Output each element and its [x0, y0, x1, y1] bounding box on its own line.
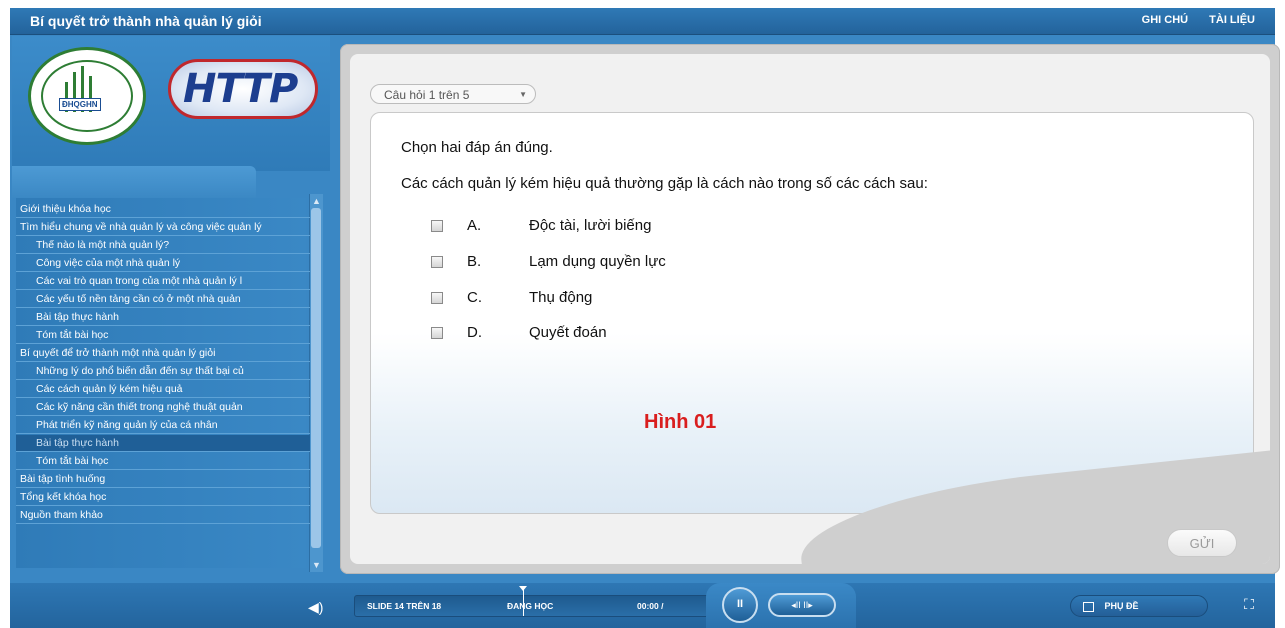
option-letter: B. — [467, 253, 482, 270]
outline-item[interactable]: Giới thiệu khóa học — [16, 201, 310, 218]
slide-content: Câu hỏi 1 trên 5 ▼ Chọn hai đáp án đúng.… — [350, 54, 1270, 564]
sidebar: ĐHQGHN HTTP ▲ ▼ Giới thiệu khóa học Tìm … — [12, 36, 330, 576]
option-text: Quyết đoán — [529, 324, 607, 341]
subtitles-button[interactable]: PHỤ ĐỀ — [1070, 595, 1208, 617]
outline-item-selected[interactable]: Bài tập thực hành — [16, 435, 310, 452]
http-logo: HTTP — [168, 59, 318, 119]
logo-area: ĐHQGHN HTTP — [12, 36, 330, 171]
slide-stage: Câu hỏi 1 trên 5 ▼ Chọn hai đáp án đúng.… — [340, 44, 1280, 574]
player-controls: ◀) SLIDE 14 TRÊN 18 ĐANG HỌC 00:00 / II … — [10, 583, 1275, 628]
university-logo: ĐHQGHN — [28, 47, 146, 145]
outline-item[interactable]: Những lý do phổ biến dẫn đến sự thất bại… — [16, 363, 310, 380]
option-text: Độc tài, lười biếng — [529, 217, 652, 234]
outline-item[interactable]: Các kỹ năng cần thiết trong nghệ thuật q… — [16, 399, 310, 416]
header-links: GHI CHÚ TÀI LIỆU — [1124, 14, 1255, 26]
fullscreen-icon[interactable]: ⛶ — [1238, 596, 1260, 616]
resources-link[interactable]: TÀI LIỆU — [1209, 14, 1255, 26]
outline-item[interactable]: Tổng kết khóa học — [16, 489, 310, 506]
option-a-checkbox[interactable] — [431, 220, 443, 232]
course-title: Bí quyết trở thành nhà quản lý giỏi — [30, 13, 262, 29]
submit-button[interactable]: GỬI — [1167, 529, 1237, 557]
outline-item[interactable]: Phát triển kỹ năng quản lý của cá nhân — [16, 417, 310, 434]
option-text: Thụ động — [529, 289, 593, 306]
scroll-down-icon[interactable]: ▼ — [312, 560, 321, 570]
option-d-checkbox[interactable] — [431, 327, 443, 339]
logo-badge: ĐHQGHN — [59, 98, 101, 111]
outline-item[interactable]: Bài tập tình huống — [16, 471, 310, 488]
outline-item[interactable]: Các yếu tố nền tảng cần có ở một nhà quả… — [16, 291, 310, 308]
option-c-checkbox[interactable] — [431, 292, 443, 304]
slide-counter: SLIDE 14 TRÊN 18 — [367, 601, 442, 611]
scroll-thumb[interactable] — [311, 208, 321, 548]
progress-bar[interactable]: SLIDE 14 TRÊN 18 ĐANG HỌC 00:00 / — [354, 586, 710, 617]
option-letter: C. — [467, 289, 482, 306]
question-instruction: Chọn hai đáp án đúng. — [401, 139, 553, 156]
prev-next-buttons[interactable]: ◂II II▸ — [768, 593, 836, 617]
subtitles-icon — [1083, 601, 1094, 612]
outline-item[interactable]: Bài tập thực hành — [16, 309, 310, 326]
outline-item[interactable]: Thế nào là một nhà quản lý? — [16, 237, 310, 254]
chevron-down-icon: ▼ — [519, 90, 527, 99]
playback-state: ĐANG HỌC — [507, 601, 554, 611]
outline-item[interactable]: Các cách quản lý kém hiệu quả — [16, 381, 310, 398]
outline-tab-strip — [12, 166, 330, 198]
notes-link[interactable]: GHI CHÚ — [1142, 14, 1188, 26]
outline-scrollbar[interactable]: ▲ ▼ — [309, 194, 323, 572]
title-bar: Bí quyết trở thành nhà quản lý giỏi GHI … — [10, 8, 1275, 35]
question-selector[interactable]: Câu hỏi 1 trên 5 ▼ — [370, 84, 536, 104]
player-frame: Bí quyết trở thành nhà quản lý giỏi GHI … — [10, 8, 1280, 628]
option-letter: D. — [467, 324, 482, 341]
playback-time: 00:00 / — [637, 601, 664, 611]
playhead[interactable] — [519, 586, 527, 616]
outline-item[interactable]: Tóm tắt bài học — [16, 453, 310, 470]
question-card: Chọn hai đáp án đúng. Các cách quản lý k… — [370, 112, 1254, 514]
question-selector-label: Câu hỏi 1 trên 5 — [384, 88, 470, 102]
outline-item[interactable]: Công việc của một nhà quản lý — [16, 255, 310, 272]
subtitles-label: PHỤ ĐỀ — [1104, 601, 1139, 611]
transport-pod: II ◂II II▸ — [706, 583, 856, 628]
outline-item[interactable]: Tóm tắt bài học — [16, 327, 310, 344]
outline-tab[interactable] — [12, 166, 256, 198]
question-text: Các cách quản lý kém hiệu quả thường gặp… — [401, 175, 928, 192]
outline-item[interactable]: Các vai trò quan trong của một nhà quản … — [16, 273, 310, 290]
speaker-icon[interactable]: ◀) — [308, 599, 323, 616]
option-b-checkbox[interactable] — [431, 256, 443, 268]
http-logo-text: HTTP — [183, 66, 298, 112]
option-letter: A. — [467, 217, 482, 234]
figure-label: Hình 01 — [644, 411, 717, 433]
outline-item[interactable]: Nguồn tham khảo — [16, 507, 310, 524]
outline-item[interactable]: Bí quyết để trở thành một nhà quản lý gi… — [16, 345, 310, 362]
scroll-up-icon[interactable]: ▲ — [312, 196, 321, 206]
pause-button[interactable]: II — [722, 587, 758, 623]
option-text: Lạm dụng quyền lực — [529, 253, 666, 270]
outline-item[interactable]: Tìm hiểu chung về nhà quản lý và công vi… — [16, 219, 310, 236]
